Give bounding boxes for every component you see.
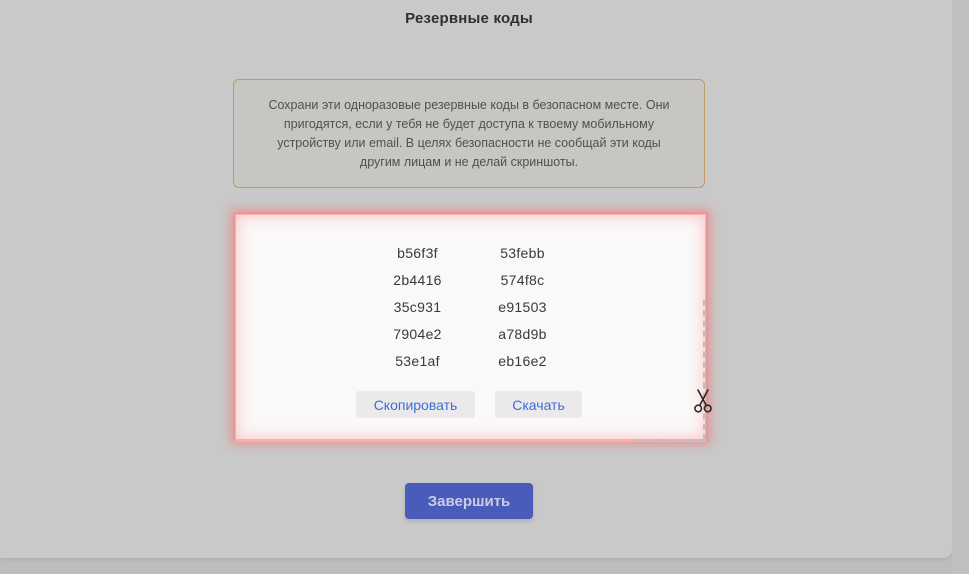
selection-dashed-edge[interactable] xyxy=(636,439,704,441)
page-scroll-gutter xyxy=(952,0,969,574)
warning-text: Сохрани эти одноразовые резервные коды в… xyxy=(268,97,670,169)
backup-code: 2b4416 xyxy=(393,272,442,288)
backup-code: 53e1af xyxy=(395,353,440,369)
download-button[interactable]: Скачать xyxy=(495,391,582,418)
backup-codes-grid: b56f3f 53febb 2b4416 574f8c 35c931 e9150… xyxy=(365,244,575,370)
backup-codes-panel: b56f3f 53febb 2b4416 574f8c 35c931 e9150… xyxy=(235,214,706,442)
warning-box: Сохрани эти одноразовые резервные коды в… xyxy=(233,79,705,188)
backup-code: e91503 xyxy=(498,299,547,315)
scissors-icon[interactable] xyxy=(693,388,713,414)
backup-code: eb16e2 xyxy=(498,353,547,369)
backup-code: a78d9b xyxy=(498,326,547,342)
backup-code: 574f8c xyxy=(500,272,545,288)
page-card: Резервные коды Сохрани эти одноразовые р… xyxy=(0,0,952,558)
backup-code: b56f3f xyxy=(397,245,438,261)
backup-code: 7904e2 xyxy=(393,326,442,342)
page-title: Резервные коды xyxy=(405,10,533,27)
selection-dashed-edge[interactable] xyxy=(703,300,705,440)
finish-button[interactable]: Завершить xyxy=(405,483,533,519)
backup-code: 53febb xyxy=(500,245,545,261)
backup-code: 35c931 xyxy=(393,299,442,315)
copy-button[interactable]: Скопировать xyxy=(356,391,475,418)
